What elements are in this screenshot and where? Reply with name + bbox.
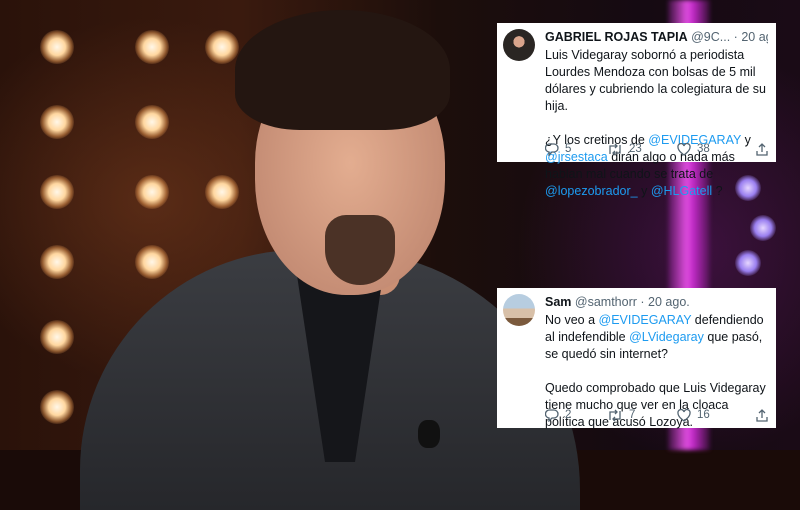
mention-link[interactable]: @lopezobrador_ (545, 184, 638, 198)
tweet-header: GABRIEL ROJAS TAPIA @9C... · 20 ago. (545, 29, 768, 45)
tweet-date[interactable]: 20 ago. (648, 295, 690, 309)
avatar[interactable] (503, 29, 535, 61)
tweet-card[interactable]: GABRIEL ROJAS TAPIA @9C... · 20 ago. Lui… (497, 23, 776, 198)
mention-link[interactable]: @HLGatell (651, 184, 712, 198)
author-handle[interactable]: @9C... (691, 30, 730, 44)
reply-icon (545, 142, 559, 156)
tweet-actions: 2 7 16 (545, 406, 768, 424)
tweet-actions: 5 23 38 (545, 140, 768, 158)
reply-count: 5 (565, 142, 572, 155)
text-run: ? (712, 184, 723, 198)
tweet-text: Luis Videgaray sobornó a periodista Lour… (545, 47, 768, 200)
retweet-icon (609, 409, 621, 421)
retweet-icon (609, 143, 621, 155)
retweet-count: 7 (629, 408, 636, 421)
tweet-date[interactable]: 20 ago. (741, 30, 768, 44)
author-handle[interactable]: @samthorr (575, 295, 637, 309)
avatar[interactable] (503, 294, 535, 326)
tweet-paragraph: Luis Videgaray sobornó a periodista Lour… (545, 48, 766, 113)
author-name[interactable]: Sam (545, 295, 571, 309)
separator: · (733, 30, 738, 44)
heart-icon (677, 142, 691, 156)
retweet-button[interactable]: 23 (607, 141, 677, 158)
retweet-button[interactable]: 7 (607, 407, 677, 424)
mention-link[interactable]: @EVIDEGARAY (599, 313, 692, 327)
reply-button[interactable]: 5 (545, 141, 607, 158)
text-run: No veo a (545, 313, 599, 327)
author-name[interactable]: GABRIEL ROJAS TAPIA (545, 30, 688, 44)
text-run: y (637, 184, 651, 198)
share-icon (756, 408, 768, 422)
retweet-count: 23 (629, 142, 642, 155)
share-icon (756, 142, 768, 156)
share-button[interactable] (756, 142, 768, 156)
like-count: 16 (697, 408, 710, 421)
heart-icon (677, 408, 691, 422)
reply-button[interactable]: 2 (545, 407, 607, 424)
reply-count: 2 (565, 408, 572, 421)
reply-icon (545, 408, 559, 422)
separator: · (640, 295, 645, 309)
mention-link[interactable]: @LVidegaray (629, 330, 704, 344)
tweet-header: Sam @samthorr · 20 ago. (545, 294, 768, 310)
like-count: 38 (697, 142, 710, 155)
tweet-paragraph: No veo a @EVIDEGARAY defendiendo al inde… (545, 312, 768, 363)
like-button[interactable]: 38 (677, 141, 749, 158)
tweet-card[interactable]: Sam @samthorr · 20 ago. No veo a @EVIDEG… (497, 288, 776, 429)
share-button[interactable] (756, 408, 768, 422)
like-button[interactable]: 16 (677, 407, 749, 424)
